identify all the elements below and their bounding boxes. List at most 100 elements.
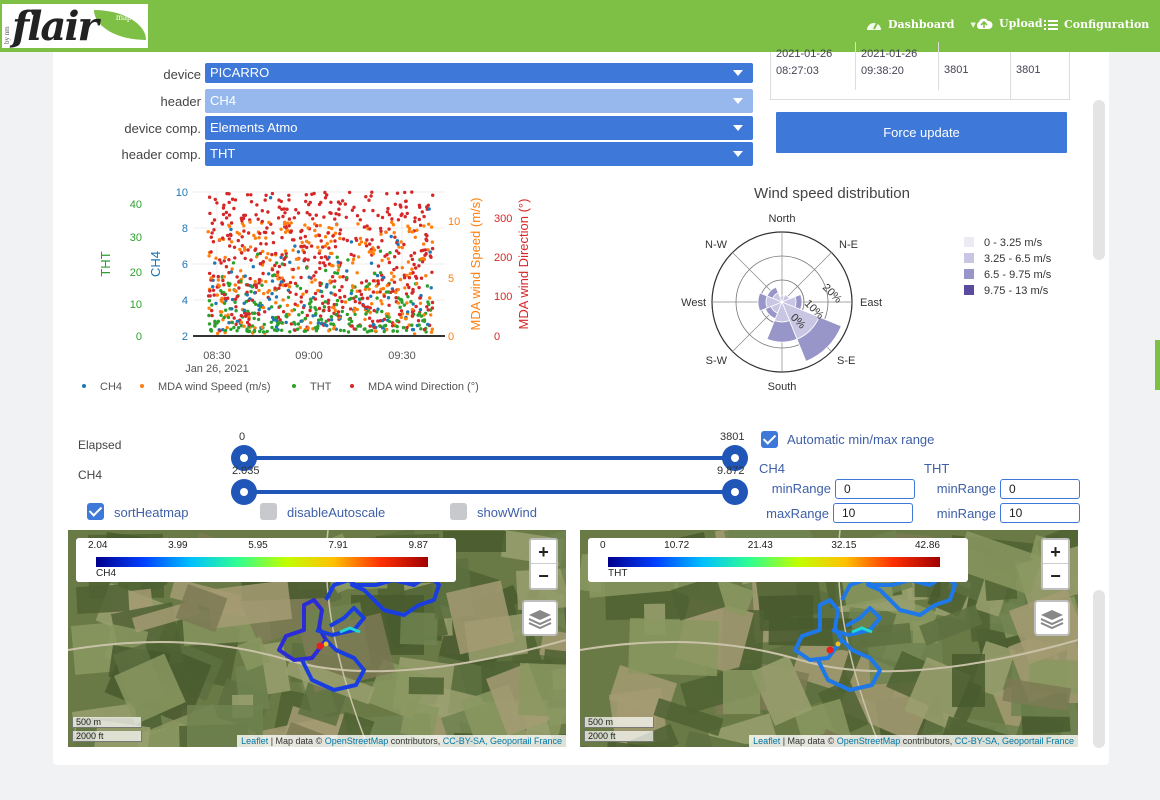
data-point <box>291 267 295 272</box>
ch4-heatmap-map[interactable]: 2.04 3.99 5.95 7.91 9.87 CH4 + − 500 m 2… <box>68 530 566 747</box>
osm-link[interactable]: OpenStreetMap <box>837 736 901 746</box>
data-point <box>386 206 390 211</box>
data-point <box>298 236 303 240</box>
data-point <box>243 256 247 261</box>
leaflet-link[interactable]: Leaflet <box>241 736 268 746</box>
scrollbar-thumb[interactable] <box>1093 100 1105 260</box>
data-point <box>260 283 264 287</box>
data-point <box>303 223 307 227</box>
data-point <box>328 211 332 215</box>
data-point <box>230 320 235 325</box>
data-point <box>224 210 229 215</box>
data-point <box>256 317 261 322</box>
data-point <box>209 235 213 239</box>
data-point <box>310 280 314 284</box>
data-point <box>344 215 348 219</box>
layers-button[interactable] <box>1034 600 1070 636</box>
ch4-slider-track[interactable] <box>245 490 735 494</box>
nav-configuration[interactable]: Configuration ▼ <box>1044 18 1160 31</box>
nav-upload[interactable]: Upload <box>975 17 1043 30</box>
data-point <box>210 308 214 313</box>
side-tab[interactable] <box>1155 340 1160 390</box>
data-point <box>342 328 346 333</box>
data-point <box>311 217 315 221</box>
data-point <box>330 226 334 231</box>
ch4-max-handle[interactable] <box>722 479 748 505</box>
osm-link[interactable]: OpenStreetMap <box>325 736 389 746</box>
device-select[interactable]: PICARRO <box>205 63 753 83</box>
data-point <box>350 289 354 293</box>
data-point <box>411 327 416 332</box>
device-comp-select[interactable]: Elements Atmo <box>205 116 753 140</box>
data-point <box>365 330 370 334</box>
tht-maxrange-input[interactable]: 10 <box>1000 503 1080 523</box>
data-point <box>327 329 331 333</box>
header-select[interactable]: CH4 <box>205 89 753 113</box>
ch4-minrange-input[interactable]: 0 <box>835 479 915 499</box>
data-point <box>251 265 255 269</box>
data-point <box>225 325 229 330</box>
data-point <box>260 209 264 213</box>
header-comp-select[interactable]: THT <box>205 142 753 166</box>
license-link[interactable]: CC-BY-SA, Geoportail France <box>955 736 1074 746</box>
zoom-out-button[interactable]: − <box>531 564 556 588</box>
data-point <box>414 266 418 270</box>
data-point <box>343 300 348 304</box>
cell-count: 3801 <box>1016 64 1041 76</box>
data-point <box>309 321 313 325</box>
zoom-out-button[interactable]: − <box>1043 564 1068 588</box>
elapsed-slider-track[interactable] <box>245 456 735 460</box>
data-point <box>350 324 354 328</box>
zoom-in-button[interactable]: + <box>1043 540 1068 564</box>
tht-heatmap-map[interactable]: 0 10.72 21.43 32.15 42.86 THT + − 500 m … <box>580 530 1078 747</box>
data-point <box>235 230 239 235</box>
tht-minrange-input[interactable]: 0 <box>1000 479 1080 499</box>
force-update-button[interactable]: Force update <box>776 112 1067 153</box>
nav-dashboard[interactable]: Dashboard ▼ <box>866 18 976 31</box>
auto-range-checkbox[interactable] <box>761 431 778 448</box>
data-point <box>430 306 435 310</box>
data-point <box>293 322 297 326</box>
license-link[interactable]: CC-BY-SA, Geoportail France <box>443 736 562 746</box>
data-point <box>207 313 211 318</box>
data-point <box>320 294 324 298</box>
data-point <box>218 258 222 262</box>
data-point <box>302 250 306 255</box>
data-point <box>413 216 417 220</box>
scrollbar-thumb-lower[interactable] <box>1093 590 1105 748</box>
data-point <box>318 314 323 318</box>
data-point <box>244 314 248 318</box>
ch4-maxrange-input[interactable]: 10 <box>833 503 913 523</box>
leaflet-link[interactable]: Leaflet <box>753 736 780 746</box>
ch4-min-handle[interactable] <box>231 479 257 505</box>
zoom-in-button[interactable]: + <box>531 540 556 564</box>
data-point <box>331 322 336 326</box>
colorbar-tick: 5.95 <box>248 540 268 551</box>
tht-tick-label: 0 <box>136 331 142 343</box>
data-point <box>376 245 380 249</box>
data-point <box>323 323 327 327</box>
data-point <box>338 295 342 300</box>
data-point <box>310 192 314 196</box>
data-point <box>378 249 383 253</box>
layers-button[interactable] <box>522 600 558 636</box>
disable-autoscale-checkbox[interactable] <box>260 503 277 520</box>
data-point <box>295 284 299 288</box>
data-point <box>289 230 293 234</box>
data-point <box>257 308 261 312</box>
data-point <box>367 282 372 286</box>
data-point <box>364 312 368 316</box>
data-point <box>252 283 257 287</box>
data-point <box>398 277 403 282</box>
info-table: 2021-01-26 08:27:03 2021-01-26 09:38:20 38… <box>770 42 1070 100</box>
data-point <box>371 322 376 327</box>
data-point <box>345 238 349 243</box>
tht-tick-label: 40 <box>130 199 142 211</box>
x-tick-label: 09:30 <box>388 350 416 362</box>
flairmap-logo[interactable]: by nm flair map <box>2 3 148 50</box>
data-point <box>403 215 407 219</box>
data-point <box>271 231 275 235</box>
wind-dir-tick-label: 300 <box>494 213 512 225</box>
show-wind-checkbox[interactable] <box>450 503 467 520</box>
sort-heatmap-checkbox[interactable] <box>87 503 104 520</box>
